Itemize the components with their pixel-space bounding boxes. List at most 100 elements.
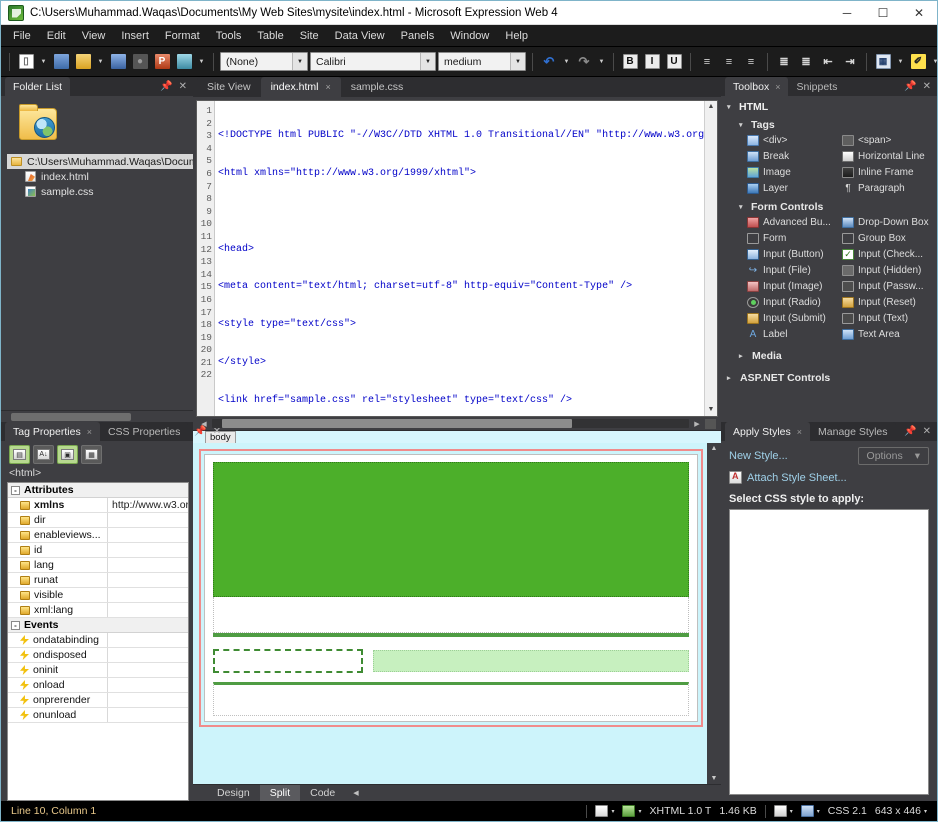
toolbox-item-span[interactable]: <span>	[842, 133, 937, 148]
font-size-select[interactable]: medium ▼	[438, 52, 526, 71]
toolbox-item-form[interactable]: Form	[747, 231, 842, 246]
table-row[interactable]: onprerender	[8, 693, 188, 708]
chevron-down-icon[interactable]: ▾	[727, 103, 735, 111]
menu-panels[interactable]: Panels	[393, 27, 443, 45]
table-row[interactable]: onunload	[8, 708, 188, 723]
new-page-icon[interactable]: ▯	[16, 52, 36, 72]
table-row[interactable]: id	[8, 543, 188, 558]
toolbox-item-input-password[interactable]: Input (Passw...	[842, 279, 937, 294]
table-row[interactable]: ondisposed	[8, 648, 188, 663]
table-row[interactable]: enableviews...	[8, 528, 188, 543]
highlight-button[interactable]: ✐	[908, 52, 928, 72]
code-vertical-scrollbar[interactable]: ▲ ▼	[704, 101, 717, 416]
toolbox-item-input-file[interactable]: ↪Input (File)	[747, 263, 842, 278]
close-icon[interactable]: ✕	[923, 81, 931, 92]
chevron-right-icon[interactable]: ▸	[727, 374, 735, 382]
toolbox-item-group-box[interactable]: Group Box	[842, 231, 937, 246]
toolbox-item-input-checkbox[interactable]: ✓Input (Check...	[842, 247, 937, 262]
toolbox-item-div[interactable]: <div>	[747, 133, 842, 148]
table-row[interactable]: visible	[8, 588, 188, 603]
menu-window[interactable]: Window	[442, 27, 497, 45]
table-row[interactable]: ondatabinding	[8, 633, 188, 648]
numbered-list-button[interactable]: ≣	[774, 52, 794, 72]
code-horizontal-scrollbar[interactable]: ◀ ▶	[196, 417, 718, 430]
maximize-button[interactable]: ☐	[865, 1, 901, 24]
section-attributes[interactable]: - Attributes	[8, 483, 188, 498]
close-icon[interactable]: ×	[775, 82, 780, 92]
toolbox-item-input-submit[interactable]: Input (Submit)	[747, 311, 842, 326]
new-style-link[interactable]: New Style...	[729, 450, 788, 462]
close-icon[interactable]: ✕	[179, 81, 187, 92]
tab-folder-list[interactable]: Folder List	[5, 77, 70, 96]
redo-button[interactable]: ↷	[574, 52, 594, 72]
toolbox-group-media[interactable]: ▸ Media	[727, 348, 937, 364]
close-icon[interactable]: ×	[87, 427, 92, 437]
open-dropdown-icon[interactable]: ▼	[95, 52, 106, 72]
toolbox-group-form-controls[interactable]: ▾ Form Controls	[727, 199, 937, 214]
menu-insert[interactable]: Insert	[113, 27, 157, 45]
compatibility-status-button[interactable]: ▾	[622, 805, 641, 817]
toolbox-item-horizontal-line[interactable]: Horizontal Line	[842, 149, 937, 164]
scroll-down-icon[interactable]: ▼	[711, 775, 718, 782]
design-footer[interactable]	[213, 682, 689, 716]
tab-manage-styles[interactable]: Manage Styles	[810, 422, 895, 441]
chevron-down-icon[interactable]: ▾	[739, 121, 747, 129]
section-events[interactable]: - Events	[8, 618, 188, 633]
scroll-up-icon[interactable]: ▲	[711, 445, 718, 452]
design-canvas[interactable]	[193, 443, 707, 784]
style-application-status-button[interactable]: ▾	[801, 805, 820, 817]
toolbox-item-input-image[interactable]: Input (Image)	[747, 279, 842, 294]
toolbox-item-text-area[interactable]: Text Area	[842, 327, 937, 342]
print-icon[interactable]: P	[152, 52, 172, 72]
new-site-icon[interactable]	[51, 52, 71, 72]
tab-code-view[interactable]: Code	[300, 785, 345, 801]
collapse-icon[interactable]: -	[11, 486, 20, 495]
decrease-indent-button[interactable]: ⇤	[818, 52, 838, 72]
toolbox-item-inline-frame[interactable]: Inline Frame	[842, 165, 937, 180]
design-body[interactable]	[199, 449, 703, 727]
options-button[interactable]: Options ▾	[858, 447, 929, 465]
toolbox-item-input-text[interactable]: Input (Text)	[842, 311, 937, 326]
scroll-right-icon[interactable]: ▶	[691, 420, 703, 428]
css-version-status[interactable]: CSS 2.1	[828, 805, 867, 817]
design-container[interactable]	[204, 454, 698, 722]
pin-icon[interactable]: 📌	[904, 81, 916, 92]
menu-help[interactable]: Help	[497, 27, 536, 45]
toolbox-item-advanced-button[interactable]: Advanced Bu...	[747, 215, 842, 230]
toolbox-item-input-radio[interactable]: Input (Radio)	[747, 295, 842, 310]
tab-split-view[interactable]: Split	[260, 785, 300, 801]
new-page-dropdown-icon[interactable]: ▼	[38, 52, 49, 72]
menu-edit[interactable]: Edit	[39, 27, 74, 45]
highlight-dropdown-icon[interactable]: ▼	[930, 52, 938, 72]
tab-index-html[interactable]: index.html ×	[261, 77, 341, 97]
design-vertical-scrollbar[interactable]: ▲ ▼	[707, 443, 721, 784]
menu-view[interactable]: View	[74, 27, 114, 45]
minimize-button[interactable]: ─	[829, 1, 865, 24]
tab-css-properties[interactable]: CSS Properties	[100, 422, 188, 441]
menu-file[interactable]: File	[5, 27, 39, 45]
page-editor-status-button[interactable]: ▾	[595, 805, 614, 817]
tree-row-site-root[interactable]: C:\Users\Muhammad.Waqas\Documents\M	[7, 154, 193, 169]
attach-style-sheet-link[interactable]: Attach Style Sheet...	[747, 472, 847, 484]
borders-dropdown-icon[interactable]: ▼	[895, 52, 906, 72]
close-icon[interactable]: ×	[325, 82, 330, 92]
visual-aids-status-button[interactable]: ▾	[774, 805, 793, 817]
toolbox-item-paragraph[interactable]: ¶Paragraph	[842, 181, 937, 196]
align-right-button[interactable]: ≡	[741, 52, 761, 72]
code-text-content[interactable]: <!DOCTYPE html PUBLIC "-//W3C//DTD XHTML…	[215, 101, 704, 416]
preview-dropdown-icon[interactable]: ▼	[196, 52, 207, 72]
redo-dropdown-icon[interactable]: ▼	[596, 52, 607, 72]
design-main-content[interactable]	[373, 650, 689, 672]
tab-design-view[interactable]: Design	[207, 785, 260, 801]
toolbox-item-input-hidden[interactable]: Input (Hidden)	[842, 263, 937, 278]
toolbox-item-input-reset[interactable]: Input (Reset)	[842, 295, 937, 310]
css-style-list[interactable]	[729, 509, 929, 795]
save-icon[interactable]	[108, 52, 128, 72]
toolbox-group-html[interactable]: ▾ HTML	[727, 99, 937, 114]
tab-sample-css[interactable]: sample.css	[341, 77, 414, 97]
scroll-up-icon[interactable]: ▲	[705, 101, 717, 113]
table-row[interactable]: dir	[8, 513, 188, 528]
close-button[interactable]: ✕	[901, 1, 937, 24]
close-icon[interactable]: ✕	[923, 426, 931, 437]
tag-properties-options-button[interactable]: ▦	[81, 445, 102, 464]
